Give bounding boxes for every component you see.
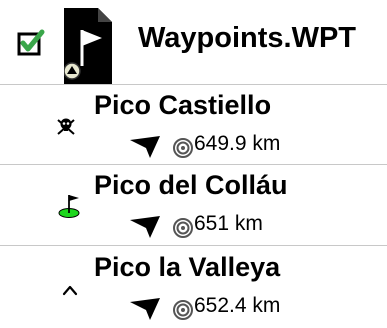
file-header: Waypoints.WPT — [0, 0, 387, 84]
divider — [0, 84, 387, 85]
waypoint-distance: 651 km — [194, 212, 263, 235]
waypoint-name: Pico Castiello — [94, 90, 272, 120]
direction-arrow-icon — [130, 298, 160, 320]
waypoint-name: Pico la Valleya — [94, 252, 281, 282]
file-title: Waypoints.WPT — [138, 22, 357, 54]
direction-arrow-icon — [130, 216, 160, 238]
waypoint-distance: 649.9 km — [194, 132, 281, 155]
divider — [0, 164, 387, 165]
divider — [0, 245, 387, 246]
golf-flag-icon — [58, 195, 80, 218]
gps-signal-icon — [173, 138, 193, 158]
waypoint-row[interactable]: Pico Castiello 649.9 km — [0, 86, 387, 166]
waypoint-row[interactable]: Pico del Colláu 651 km — [0, 166, 387, 246]
summit-caret-icon — [62, 285, 78, 296]
checkbox-checked-icon[interactable] — [17, 28, 45, 56]
gps-signal-icon — [173, 300, 193, 320]
waypoint-row[interactable]: Pico la Valleya 652.4 km — [0, 248, 387, 328]
waypoint-distance: 652.4 km — [194, 294, 281, 317]
waypoint-file-icon — [64, 8, 112, 84]
direction-arrow-icon — [130, 136, 160, 158]
skull-crossbones-icon — [57, 118, 75, 135]
waypoint-name: Pico del Colláu — [94, 170, 288, 200]
gps-signal-icon — [173, 218, 193, 238]
